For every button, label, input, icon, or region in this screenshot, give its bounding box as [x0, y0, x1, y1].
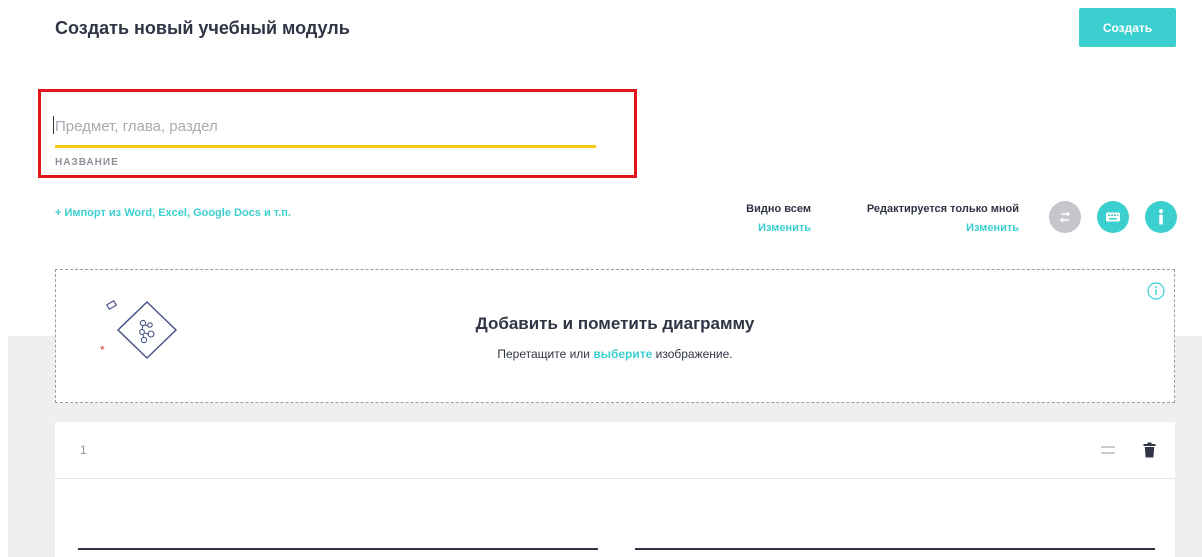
diagram-title: Добавить и пометить диаграмму [475, 314, 755, 333]
info-icon [1159, 209, 1163, 225]
info-button[interactable] [1145, 201, 1177, 233]
diagram-subtitle-text: Перетащите или [497, 347, 590, 361]
edit-permission-setting: Редактируется только мной Изменить [830, 203, 1019, 234]
trash-icon[interactable] [1143, 442, 1156, 458]
page-title: Создать новый учебный модуль [55, 18, 350, 38]
title-input[interactable] [55, 114, 596, 138]
create-button[interactable]: Создать [1079, 8, 1176, 47]
definition-input-line[interactable] [635, 548, 1155, 550]
diagram-subtitle: Перетащите или выберите изображение. [56, 347, 1174, 361]
card-number: 1 [80, 443, 87, 457]
drag-handle-icon[interactable] [1101, 442, 1115, 458]
term-input-line[interactable] [78, 548, 598, 550]
swap-arrows-icon [1060, 211, 1070, 223]
diagram-drop-zone[interactable]: * Добавить и пометить диаграмму Перетащи… [55, 269, 1175, 403]
visibility-label: Видно всем [746, 203, 811, 215]
keyboard-shortcuts-button[interactable] [1097, 201, 1129, 233]
diagram-subtitle-text-end: изображение. [655, 347, 733, 361]
title-input-underline [55, 145, 596, 148]
choose-image-link[interactable]: выберите [593, 347, 652, 361]
edit-permission-label: Редактируется только мной [866, 203, 1019, 215]
visibility-change-link[interactable]: Изменить [690, 222, 811, 234]
swap-terms-button[interactable] [1049, 201, 1081, 233]
edit-permission-change-link[interactable]: Изменить [830, 222, 1019, 234]
title-field-label: НАЗВАНИЕ [55, 157, 119, 168]
term-card: 1 [55, 422, 1175, 557]
import-link[interactable]: + Импорт из Word, Excel, Google Docs и т… [55, 207, 291, 219]
info-icon[interactable] [1147, 282, 1165, 300]
visibility-setting: Видно всем Изменить [690, 203, 811, 234]
keyboard-icon [1106, 212, 1120, 222]
text-caret [53, 116, 54, 134]
card-divider [55, 478, 1175, 479]
